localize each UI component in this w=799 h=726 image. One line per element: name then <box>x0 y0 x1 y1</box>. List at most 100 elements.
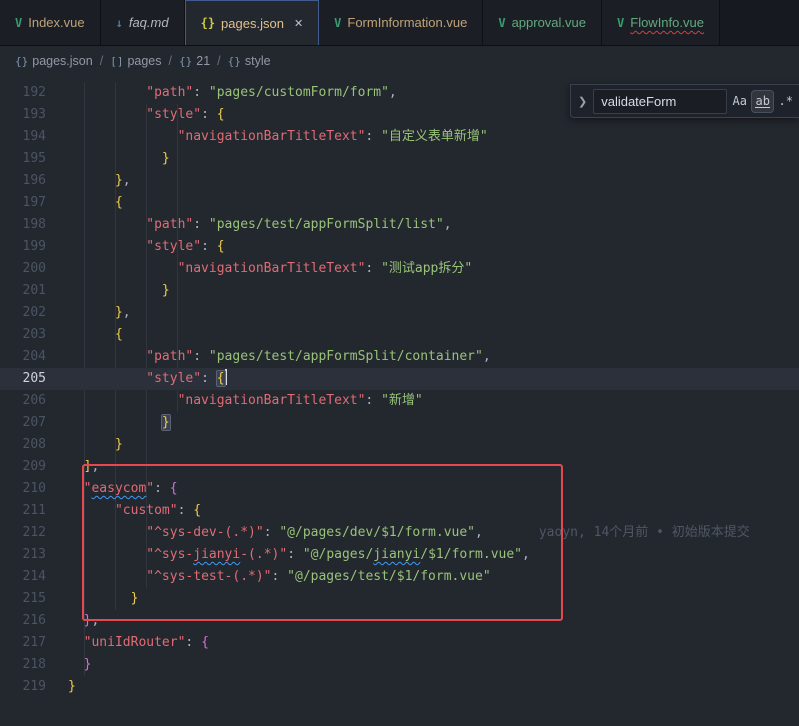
breadcrumb-label: pages.json <box>32 54 92 68</box>
line-content: }, <box>68 610 99 632</box>
code-line-212[interactable]: 212 "^sys-dev-(.*)": "@/pages/dev/$1/for… <box>0 522 799 544</box>
code-line-218[interactable]: 218 } <box>0 654 799 676</box>
line-number[interactable]: 197 <box>0 192 46 214</box>
whole-word-icon: ab <box>755 95 769 108</box>
code-line-203[interactable]: 203 { <box>0 324 799 346</box>
toggle-replace-icon[interactable]: ❯ <box>571 95 593 108</box>
breadcrumb: {}pages.json/[]pages/{}21/{}style <box>0 46 799 76</box>
whole-word-button[interactable]: ab <box>752 91 773 112</box>
line-number[interactable]: 212 <box>0 522 46 544</box>
markdown-file-icon: ↓ <box>116 16 123 30</box>
line-content: }, <box>68 170 131 192</box>
breadcrumb-label: style <box>245 54 271 68</box>
code-line-205[interactable]: 205 "style": { <box>0 368 799 390</box>
code-line-219[interactable]: 219} <box>0 676 799 698</box>
brackets-symbol-icon: [] <box>110 55 123 68</box>
code-line-214[interactable]: 214 "^sys-test-(.*)": "@/pages/test/$1/f… <box>0 566 799 588</box>
tab-label: Index.vue <box>28 15 84 30</box>
code-line-202[interactable]: 202 }, <box>0 302 799 324</box>
close-icon[interactable]: ✕ <box>294 17 303 30</box>
line-number[interactable]: 200 <box>0 258 46 280</box>
code-line-194[interactable]: 194 "navigationBarTitleText": "自定义表单新增" <box>0 126 799 148</box>
vue-file-icon: V <box>15 16 22 30</box>
line-content: ], <box>68 456 99 478</box>
tab-FlowInfo.vue[interactable]: VFlowInfo.vue <box>602 0 720 45</box>
regex-button[interactable]: .* <box>775 91 796 112</box>
line-number[interactable]: 208 <box>0 434 46 456</box>
code-line-207[interactable]: 207 } <box>0 412 799 434</box>
line-content: } <box>68 412 170 434</box>
line-number[interactable]: 202 <box>0 302 46 324</box>
line-number[interactable]: 201 <box>0 280 46 302</box>
breadcrumb-item-pages[interactable]: [] pages <box>110 54 161 68</box>
line-number[interactable]: 209 <box>0 456 46 478</box>
breadcrumb-separator: / <box>169 54 172 68</box>
code-line-199[interactable]: 199 "style": { <box>0 236 799 258</box>
line-number[interactable]: 206 <box>0 390 46 412</box>
line-content: "easycom": { <box>68 478 178 500</box>
line-content: "style": { <box>68 368 227 390</box>
line-content: "navigationBarTitleText": "自定义表单新增" <box>68 126 488 148</box>
code-line-196[interactable]: 196 }, <box>0 170 799 192</box>
breadcrumb-item-21[interactable]: {}21 <box>179 54 210 68</box>
line-content: } <box>68 280 170 302</box>
line-number[interactable]: 198 <box>0 214 46 236</box>
breadcrumb-separator: / <box>100 54 103 68</box>
line-number[interactable]: 196 <box>0 170 46 192</box>
line-content: "path": "pages/test/appFormSplit/contain… <box>68 346 491 368</box>
line-content: "navigationBarTitleText": "测试app拆分" <box>68 258 472 280</box>
code-line-197[interactable]: 197 { <box>0 192 799 214</box>
line-number[interactable]: 214 <box>0 566 46 588</box>
line-number[interactable]: 217 <box>0 632 46 654</box>
breadcrumb-label: pages <box>127 54 161 68</box>
code-line-204[interactable]: 204 "path": "pages/test/appFormSplit/con… <box>0 346 799 368</box>
tab-approval.vue[interactable]: Vapproval.vue <box>483 0 602 45</box>
breadcrumb-item-pages.json[interactable]: {}pages.json <box>15 54 93 68</box>
line-number[interactable]: 219 <box>0 676 46 698</box>
code-line-210[interactable]: 210 "easycom": { <box>0 478 799 500</box>
code-line-208[interactable]: 208 } <box>0 434 799 456</box>
code-line-211[interactable]: 211 "custom": { <box>0 500 799 522</box>
code-line-201[interactable]: 201 } <box>0 280 799 302</box>
line-number[interactable]: 192 <box>0 82 46 104</box>
line-number[interactable]: 215 <box>0 588 46 610</box>
line-number[interactable]: 203 <box>0 324 46 346</box>
line-content: "navigationBarTitleText": "新增" <box>68 390 423 412</box>
line-number[interactable]: 210 <box>0 478 46 500</box>
code-line-200[interactable]: 200 "navigationBarTitleText": "测试app拆分" <box>0 258 799 280</box>
find-input[interactable] <box>593 89 727 114</box>
code-line-217[interactable]: 217 "uniIdRouter": { <box>0 632 799 654</box>
line-number[interactable]: 199 <box>0 236 46 258</box>
code-line-195[interactable]: 195 } <box>0 148 799 170</box>
code-line-216[interactable]: 216 }, <box>0 610 799 632</box>
line-number[interactable]: 204 <box>0 346 46 368</box>
line-content: { <box>68 192 123 214</box>
code-line-198[interactable]: 198 "path": "pages/test/appFormSplit/lis… <box>0 214 799 236</box>
tab-pages.json[interactable]: {}pages.json✕ <box>185 0 320 45</box>
code-line-215[interactable]: 215 } <box>0 588 799 610</box>
breadcrumb-label: 21 <box>196 54 210 68</box>
line-content: "^sys-test-(.*)": "@/pages/test/$1/form.… <box>68 566 491 588</box>
line-content: "style": { <box>68 104 225 126</box>
code-line-209[interactable]: 209 ], <box>0 456 799 478</box>
tab-FormInformation.vue[interactable]: VFormInformation.vue <box>319 0 483 45</box>
line-number[interactable]: 216 <box>0 610 46 632</box>
line-content: }, <box>68 302 131 324</box>
tab-label: pages.json <box>221 16 284 31</box>
line-number[interactable]: 193 <box>0 104 46 126</box>
line-number[interactable]: 213 <box>0 544 46 566</box>
code-line-213[interactable]: 213 "^sys-jianyi-(.*)": "@/pages/jianyi/… <box>0 544 799 566</box>
tab-faq.md[interactable]: ↓faq.md <box>101 0 185 45</box>
line-number[interactable]: 218 <box>0 654 46 676</box>
match-case-button[interactable]: Aa <box>729 91 750 112</box>
line-number[interactable]: 195 <box>0 148 46 170</box>
line-content: "^sys-dev-(.*)": "@/pages/dev/$1/form.vu… <box>68 522 750 544</box>
line-number[interactable]: 207 <box>0 412 46 434</box>
find-widget: ❯ Aa ab .* <box>570 84 799 118</box>
line-number[interactable]: 205 <box>0 368 46 390</box>
breadcrumb-item-style[interactable]: {}style <box>228 54 271 68</box>
line-number[interactable]: 211 <box>0 500 46 522</box>
tab-Index.vue[interactable]: V Index.vue <box>0 0 101 45</box>
line-number[interactable]: 194 <box>0 126 46 148</box>
code-line-206[interactable]: 206 "navigationBarTitleText": "新增" <box>0 390 799 412</box>
